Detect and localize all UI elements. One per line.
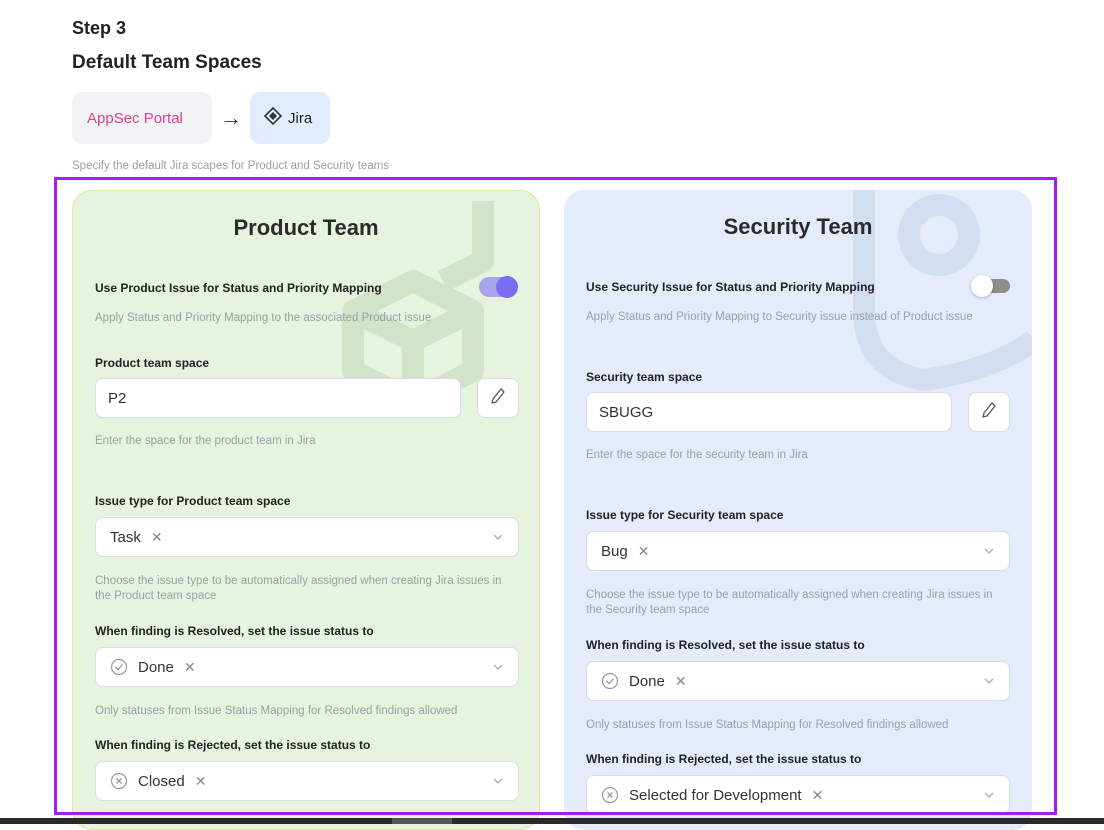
page-title: Default Team Spaces	[72, 52, 262, 73]
scrollbar-thumb[interactable]	[392, 818, 452, 824]
jira-icon	[263, 106, 283, 129]
arrow-right-icon: →	[220, 105, 242, 130]
highlight-frame	[54, 177, 1057, 815]
jira-label: Jira	[288, 109, 313, 127]
step-indicator: Step 3	[72, 18, 127, 38]
appsec-portal-chip: AppSec Portal	[72, 92, 212, 144]
jira-chip: Jira	[250, 92, 330, 144]
integration-flow: AppSec Portal → Jira	[72, 92, 330, 144]
horizontal-scrollbar[interactable]	[0, 818, 1104, 824]
section-hint: Specify the default Jira scapes for Prod…	[72, 160, 390, 172]
